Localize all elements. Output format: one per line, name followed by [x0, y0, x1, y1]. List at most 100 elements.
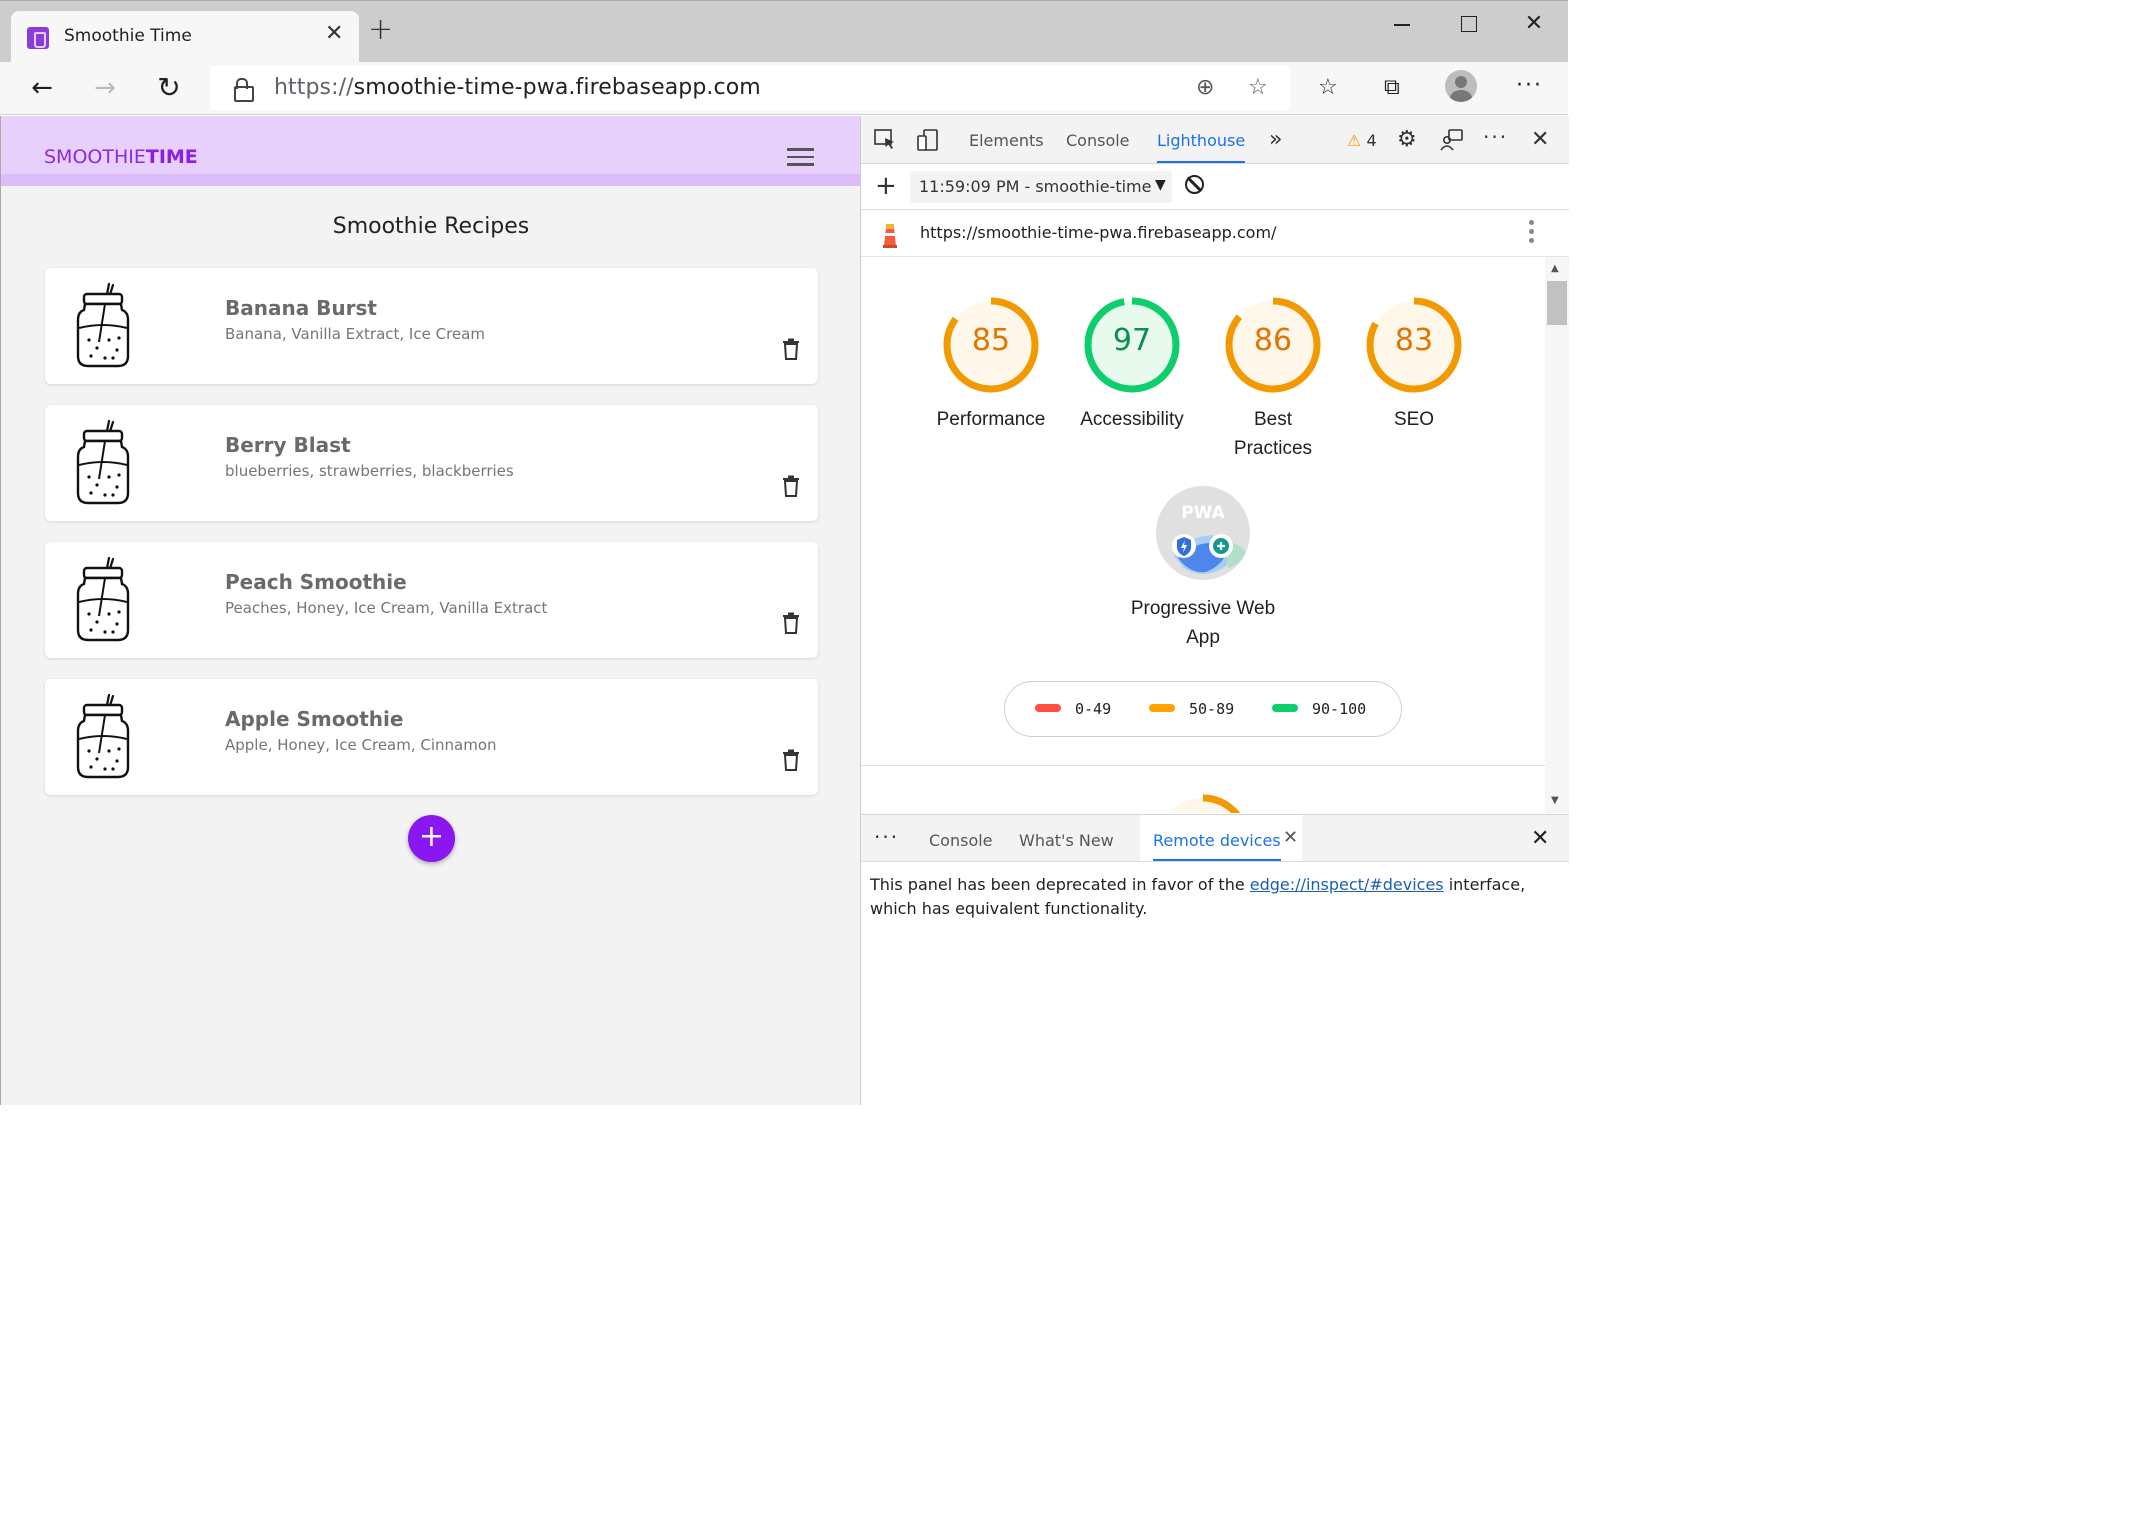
- window-close-button[interactable]: ✕: [1514, 9, 1554, 39]
- report-select[interactable]: 11:59:09 PM - smoothie-time- ▼: [910, 171, 1172, 203]
- pwa-badge-icon: PWA: [1156, 486, 1250, 580]
- recipe-name: Banana Burst: [225, 296, 377, 320]
- drawer-tab-remote-devices[interactable]: Remote devices: [1153, 831, 1281, 861]
- score-gauge[interactable]: 85 Performance: [937, 295, 1045, 430]
- score-gauge[interactable]: 83 SEO: [1364, 295, 1464, 430]
- gauge-score: 97: [1112, 323, 1152, 358]
- gauge-label: Accessibility: [1080, 409, 1184, 430]
- browser-tab[interactable]: Smoothie Time ✕: [11, 11, 359, 63]
- caret-down-icon: ▼: [1155, 177, 1166, 193]
- smoothie-jar-icon: [75, 693, 131, 781]
- lighthouse-toolbar: + 11:59:09 PM - smoothie-time- ▼: [861, 164, 1569, 210]
- clear-reports-icon[interactable]: [1185, 175, 1204, 194]
- collections-icon[interactable]: ⧉: [1384, 74, 1400, 102]
- drawer-more-icon[interactable]: ···: [874, 825, 899, 849]
- lock-icon[interactable]: [234, 78, 254, 102]
- score-gauge[interactable]: 97 Accessibility: [1080, 295, 1184, 430]
- scroll-thumb[interactable]: [1547, 281, 1567, 325]
- recipe-name: Apple Smoothie: [225, 707, 404, 731]
- profile-avatar[interactable]: [1445, 70, 1477, 102]
- drawer-tab-whats-new[interactable]: What's New: [1019, 831, 1114, 850]
- report-url[interactable]: https://smoothie-time-pwa.firebaseapp.co…: [920, 223, 1276, 242]
- inspect-element-icon[interactable]: [873, 128, 897, 157]
- delete-trash-icon[interactable]: [781, 338, 801, 360]
- message-before: This panel has been deprecated in favor …: [870, 875, 1250, 894]
- legend-swatch: [1149, 704, 1175, 712]
- address-bar[interactable]: https://smoothie-time-pwa.firebaseapp.co…: [210, 66, 1290, 110]
- delete-trash-icon[interactable]: [781, 475, 801, 497]
- drawer-close-icon[interactable]: ✕: [1531, 826, 1549, 851]
- tab-console[interactable]: Console: [1066, 131, 1130, 150]
- url-protocol: https://: [274, 75, 354, 100]
- report-scrollbar[interactable]: ▲ ▼: [1545, 257, 1569, 813]
- url-host: smoothie-time-pwa.firebaseapp.com: [353, 75, 761, 100]
- favorites-list-icon[interactable]: ☆: [1318, 74, 1338, 102]
- tab-title: Smoothie Time: [64, 26, 192, 46]
- settings-gear-icon[interactable]: ⚙: [1397, 128, 1417, 152]
- warnings-counter[interactable]: ⚠ 4: [1347, 131, 1377, 150]
- new-report-icon[interactable]: +: [875, 170, 897, 202]
- more-tabs-chevron-icon[interactable]: »: [1269, 127, 1282, 152]
- drawer-tabbar: ··· Console What's New Remote devices ✕ …: [861, 814, 1569, 862]
- warning-count: 4: [1366, 131, 1377, 150]
- page-title: Smoothie Recipes: [332, 214, 530, 239]
- add-recipe-button[interactable]: +: [408, 815, 455, 862]
- gauge-score: 86: [1253, 323, 1293, 358]
- remote-devices-message: This panel has been deprecated in favor …: [870, 873, 1560, 921]
- smoothie-jar-icon: [75, 556, 131, 644]
- legend-swatch: [1272, 704, 1298, 712]
- recipe-card[interactable]: Berry Blast blueberries, strawberries, b…: [45, 405, 818, 521]
- recipe-card[interactable]: Peach Smoothie Peaches, Honey, Ice Cream…: [45, 542, 818, 658]
- smoothie-jar-icon: [75, 419, 131, 507]
- favorite-star-icon[interactable]: ☆: [1248, 74, 1268, 102]
- drawer-tab-console[interactable]: Console: [929, 831, 993, 850]
- delete-trash-icon[interactable]: [781, 749, 801, 771]
- tab-close-icon[interactable]: ✕: [325, 21, 343, 47]
- reload-icon[interactable]: ↻: [151, 70, 187, 106]
- remote-devices-close-icon[interactable]: ✕: [1283, 827, 1298, 848]
- gauge-score: 85: [971, 323, 1011, 358]
- score-legend: 0-49 50-89 90-100: [1004, 681, 1402, 737]
- scroll-up-icon[interactable]: ▲: [1551, 263, 1559, 274]
- warning-icon: ⚠: [1347, 131, 1362, 150]
- gauge-score: 83: [1394, 323, 1434, 358]
- app-logo[interactable]: SMOOTHIETIME: [44, 146, 198, 168]
- scroll-down-icon[interactable]: ▼: [1551, 795, 1559, 806]
- tab-elements[interactable]: Elements: [969, 131, 1044, 150]
- score-gauge[interactable]: 86 Best Practices: [1223, 295, 1323, 459]
- minimize-button[interactable]: [1382, 9, 1422, 39]
- legend-item: 50-89: [1149, 700, 1234, 718]
- maximize-button[interactable]: [1448, 9, 1488, 39]
- legend-range: 50-89: [1189, 700, 1235, 718]
- devtools-more-icon[interactable]: ···: [1483, 125, 1508, 149]
- address-url[interactable]: https://smoothie-time-pwa.firebaseapp.co…: [274, 75, 761, 100]
- report-menu-icon[interactable]: [1529, 220, 1535, 246]
- devtools-close-icon[interactable]: ✕: [1531, 128, 1549, 152]
- legend-item: 0-49: [1035, 700, 1111, 718]
- report-select-value: 11:59:09 PM - smoothie-time-: [919, 177, 1151, 196]
- add-site-icon[interactable]: ⊕: [1196, 74, 1214, 102]
- back-arrow-icon[interactable]: ←: [24, 70, 60, 106]
- legend-range: 90-100: [1312, 700, 1367, 718]
- gauge-label: SEO: [1393, 409, 1435, 430]
- tab-lighthouse[interactable]: Lighthouse: [1157, 131, 1246, 163]
- smoothie-favicon-icon: [27, 27, 49, 49]
- delete-trash-icon[interactable]: [781, 612, 801, 634]
- page-viewport: SMOOTHIETIME Smoothie Recipes Banana Bur…: [0, 116, 861, 1105]
- gauge-label: Performance: [936, 409, 1046, 430]
- logo-suffix: TIME: [145, 146, 198, 168]
- feedback-icon[interactable]: [1440, 128, 1464, 157]
- recipe-card[interactable]: Banana Burst Banana, Vanilla Extract, Ic…: [45, 268, 818, 384]
- device-emulation-icon[interactable]: [916, 128, 940, 157]
- devtools-tabbar: Elements Console Lighthouse » ⚠ 4 ⚙ ··· …: [861, 116, 1569, 164]
- inspect-devices-link[interactable]: edge://inspect/#devices: [1250, 875, 1444, 894]
- recipe-card[interactable]: Apple Smoothie Apple, Honey, Ice Cream, …: [45, 679, 818, 795]
- legend-item: 90-100: [1272, 700, 1366, 718]
- recipe-name: Peach Smoothie: [225, 570, 407, 594]
- more-options-icon[interactable]: ···: [1516, 72, 1543, 100]
- recipe-ingredients: Banana, Vanilla Extract, Ice Cream: [225, 325, 485, 343]
- hamburger-menu-icon[interactable]: [787, 148, 814, 166]
- smoothie-jar-icon: [75, 282, 131, 370]
- forward-arrow-icon[interactable]: →: [87, 70, 123, 106]
- new-tab-button[interactable]: +: [368, 15, 393, 45]
